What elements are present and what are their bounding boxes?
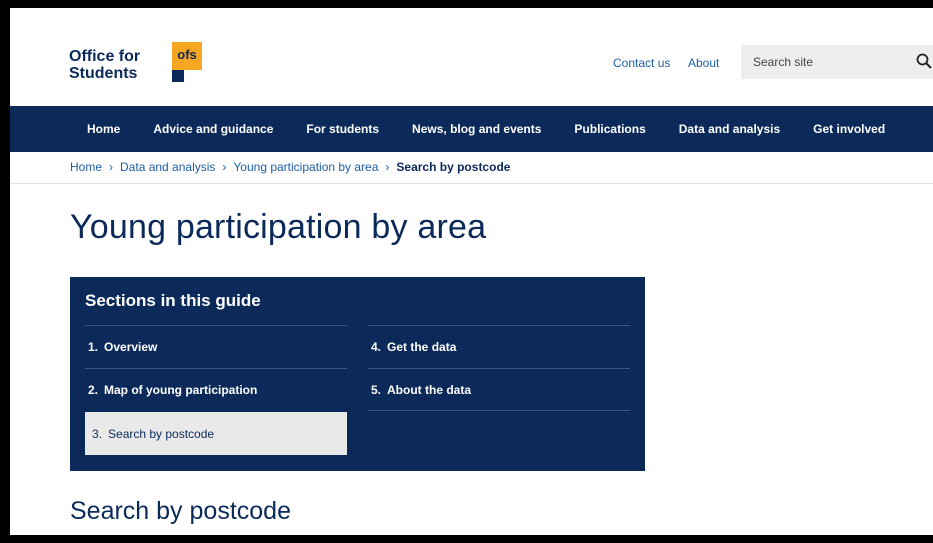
logo-text: Office for Students <box>69 48 140 82</box>
breadcrumb-data-and-analysis[interactable]: Data and analysis <box>120 160 215 174</box>
page-title: Young participation by area <box>70 208 487 246</box>
logo-badge: ofs <box>172 42 212 82</box>
contact-us-link[interactable]: Contact us <box>613 56 670 70</box>
guide-item-number: 4. <box>371 340 382 354</box>
chevron-right-icon: › <box>109 160 114 174</box>
breadcrumb-young-participation[interactable]: Young participation by area <box>233 160 378 174</box>
guide-item-number: 3. <box>92 426 103 441</box>
guide-item-label: About the data <box>387 382 472 397</box>
logo-line-2: Students <box>69 65 138 82</box>
guide-item-number: 2. <box>88 383 99 397</box>
breadcrumb-home[interactable]: Home <box>70 160 102 174</box>
search-icon[interactable] <box>916 53 932 69</box>
logo-line-1: Office for <box>69 48 141 65</box>
guide-item-number: 1. <box>88 340 99 354</box>
guide-item-label: Search by postcode <box>108 426 215 441</box>
guide-item-get-the-data[interactable]: 4. Get the data <box>368 325 630 368</box>
guide-heading: Sections in this guide <box>85 291 261 310</box>
browser-viewport: Office for Students ofs Contact us About… <box>10 8 933 535</box>
guide-column-left: 1. Overview 2. Map of young participatio… <box>85 325 347 455</box>
guide-item-label: Get the data <box>387 340 457 354</box>
chevron-right-icon: › <box>385 160 390 174</box>
breadcrumb: Home › Data and analysis › Young partici… <box>70 160 510 174</box>
guide-item-search-by-postcode-current: 3. Search by postcode <box>85 412 347 455</box>
about-link[interactable]: About <box>688 56 719 70</box>
guide-column-right: 4. Get the data 5. About the data <box>368 325 630 411</box>
divider <box>10 183 933 184</box>
logo-badge-corner <box>172 70 184 82</box>
nav-item-get-involved[interactable]: Get involved <box>813 122 885 136</box>
nav-item-advice-and-guidance[interactable]: Advice and guidance <box>153 122 273 136</box>
site-header: Office for Students ofs Contact us About <box>10 8 933 106</box>
guide-item-overview[interactable]: 1. Overview <box>85 325 347 368</box>
guide-item-map[interactable]: 2. Map of young participation <box>85 368 347 411</box>
logo-badge-text: ofs <box>172 42 202 70</box>
main-nav: Home Advice and guidance For students Ne… <box>10 106 933 152</box>
section-title: Search by postcode <box>70 497 291 525</box>
guide-sections-panel: Sections in this guide 1. Overview 2. Ma… <box>70 277 645 471</box>
nav-item-news-blog-events[interactable]: News, blog and events <box>412 122 541 136</box>
ofs-logo[interactable]: Office for Students ofs <box>69 36 209 88</box>
guide-item-about-the-data[interactable]: 5. About the data <box>368 368 630 411</box>
nav-item-data-and-analysis[interactable]: Data and analysis <box>679 122 780 136</box>
nav-item-for-students[interactable]: For students <box>306 122 379 136</box>
guide-item-label: Map of young participation <box>104 383 258 397</box>
guide-item-label: Overview <box>104 340 158 354</box>
guide-item-number: 5. <box>371 382 382 397</box>
nav-item-publications[interactable]: Publications <box>574 122 645 136</box>
search-input[interactable] <box>741 45 933 79</box>
chevron-right-icon: › <box>222 160 227 174</box>
nav-item-home[interactable]: Home <box>87 122 120 136</box>
breadcrumb-current: Search by postcode <box>396 160 511 174</box>
